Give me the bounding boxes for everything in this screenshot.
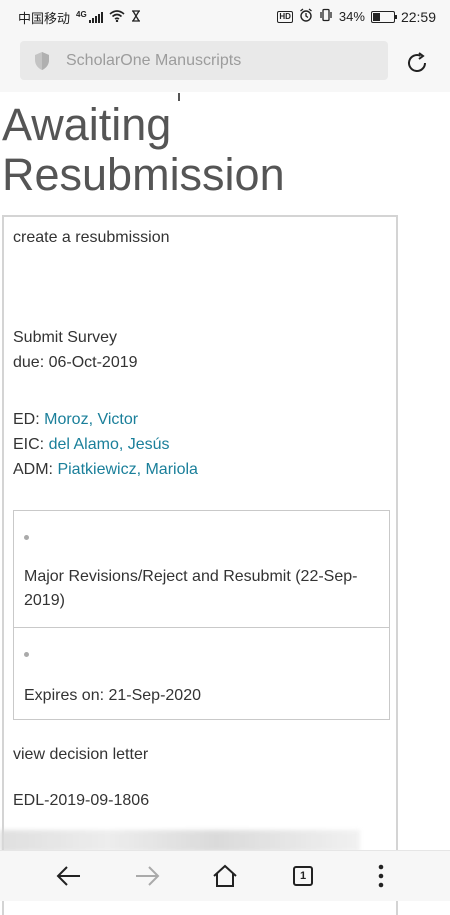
tab-count: 1 bbox=[293, 866, 313, 886]
letter-id: EDL-2019-09-1806 bbox=[13, 792, 150, 809]
hd-icon: HD bbox=[277, 10, 293, 23]
clock-time: 22:59 bbox=[400, 8, 436, 25]
battery-percent: 34% bbox=[338, 9, 365, 24]
editor-in-chief-row: EIC: del Alamo, Jesús bbox=[13, 436, 170, 454]
admin-row: ADM: Piatkiewicz, Mariola bbox=[13, 461, 198, 479]
network-label: 4G bbox=[76, 10, 87, 19]
status-bar: 中国移动 4G HD 34% 22:59 bbox=[0, 0, 450, 32]
signal-icon bbox=[88, 12, 103, 23]
decision-text: Major Revisions/Reject and Resubmit (22-… bbox=[24, 568, 358, 609]
view-decision-letter-link[interactable]: view decision letter bbox=[13, 746, 148, 764]
admin-role: ADM: bbox=[13, 461, 53, 478]
tabs-button[interactable]: 1 bbox=[288, 861, 318, 891]
submit-survey-link[interactable]: Submit Survey bbox=[13, 329, 117, 347]
status-left: 中国移动 4G bbox=[18, 8, 141, 27]
menu-dots-icon[interactable] bbox=[366, 861, 396, 891]
editor-role: ED: bbox=[13, 411, 40, 428]
back-arrow-icon[interactable] bbox=[54, 861, 84, 891]
decision-bullet bbox=[24, 535, 29, 540]
carrier-label: 中国移动 bbox=[18, 11, 71, 26]
expiry-text: Expires on: 21-Sep-2020 bbox=[24, 687, 201, 704]
forward-arrow-icon[interactable] bbox=[132, 861, 162, 891]
shield-icon bbox=[32, 51, 52, 71]
editor-in-chief-name-link[interactable]: del Alamo, Jesús bbox=[49, 436, 170, 453]
address-text: ScholarOne Manuscripts bbox=[66, 51, 242, 69]
create-resubmission-link[interactable]: create a resubmission bbox=[13, 229, 170, 247]
manuscript-card: create a resubmission Submit Survey due:… bbox=[2, 215, 398, 915]
battery-fill bbox=[372, 12, 380, 21]
hourglass-icon bbox=[131, 10, 141, 25]
bottom-navigation: 1 bbox=[0, 850, 450, 901]
expiry-bullet bbox=[24, 652, 29, 657]
editor-in-chief-role: EIC: bbox=[13, 436, 45, 453]
address-bar[interactable]: ScholarOne Manuscripts bbox=[20, 41, 388, 80]
wifi-icon bbox=[109, 10, 125, 25]
editor-row: ED: Moroz, Victor bbox=[13, 411, 138, 429]
home-icon[interactable] bbox=[210, 861, 240, 891]
admin-name-link[interactable]: Piatkiewicz, Mariola bbox=[57, 461, 197, 478]
vibrate-icon bbox=[319, 8, 333, 25]
expiry-box: Expires on: 21-Sep-2020 bbox=[13, 627, 390, 720]
page-title: Awaiting Resubmission bbox=[2, 99, 285, 200]
due-date: due: 06-Oct-2019 bbox=[13, 354, 138, 371]
status-right: HD 34% 22:59 bbox=[277, 8, 436, 25]
blurred-content bbox=[0, 830, 360, 852]
decision-box: Major Revisions/Reject and Resubmit (22-… bbox=[13, 510, 390, 628]
browser-toolbar: ScholarOne Manuscripts bbox=[0, 32, 450, 92]
reload-icon[interactable] bbox=[404, 50, 430, 76]
battery-icon bbox=[370, 10, 397, 23]
alarm-icon bbox=[299, 8, 313, 25]
editor-name-link[interactable]: Moroz, Victor bbox=[44, 411, 138, 428]
